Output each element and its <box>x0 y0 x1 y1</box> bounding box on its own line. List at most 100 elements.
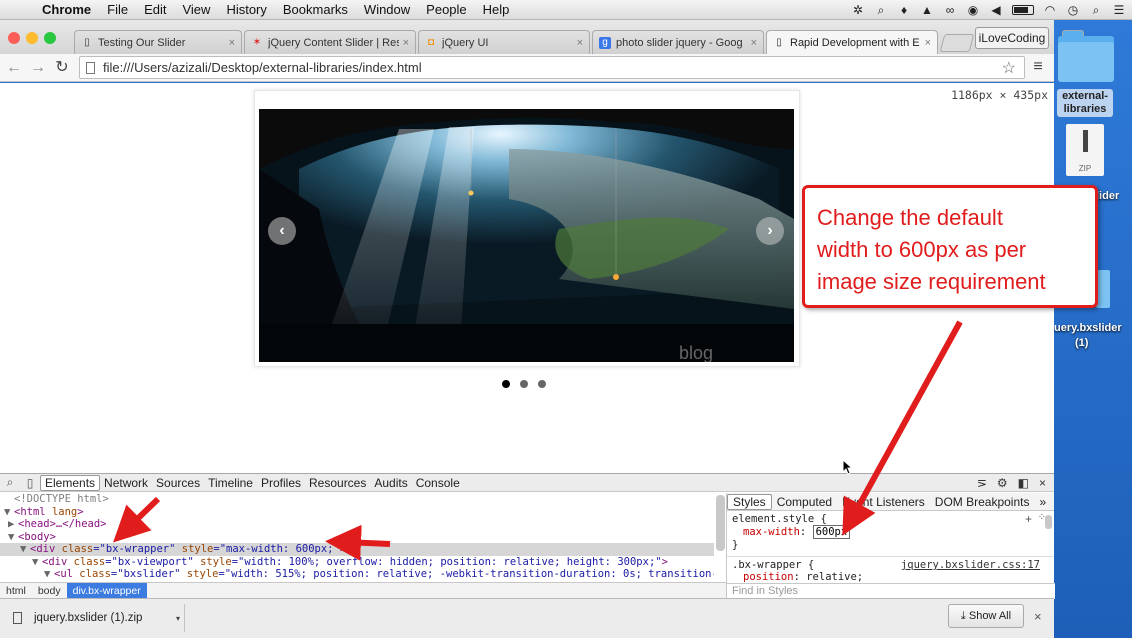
profile-button[interactable]: iLoveCoding <box>975 27 1049 49</box>
style-value-editor[interactable]: 600px <box>812 525 851 539</box>
menu-history[interactable]: History <box>218 2 274 17</box>
clock-icon[interactable]: ◷ <box>1066 3 1080 17</box>
menu-window[interactable]: Window <box>356 2 418 17</box>
dom-line-head[interactable]: ▶ <head>…</head> <box>0 518 714 531</box>
find-in-styles-input[interactable]: Find in Styles <box>727 583 1055 599</box>
drawer-icon[interactable]: ⋝ <box>977 476 987 490</box>
style-property[interactable]: max-width: 600px <box>727 525 1054 539</box>
menu-bookmarks[interactable]: Bookmarks <box>275 2 356 17</box>
style-property[interactable]: position: relative; <box>727 571 1054 583</box>
tab-profiles[interactable]: Profiles <box>257 476 305 490</box>
tab-sources[interactable]: Sources <box>152 476 204 490</box>
dom-line-bx-viewport[interactable]: ▼ <div class="bx-viewport" style="width: … <box>0 556 714 569</box>
tab-audits[interactable]: Audits <box>370 476 411 490</box>
zip-file-icon[interactable]: ZIP <box>1066 124 1104 176</box>
close-tab-icon[interactable]: × <box>229 37 235 49</box>
menu-help[interactable]: Help <box>475 2 518 17</box>
tab-google-search[interactable]: g photo slider jquery - Goog × <box>592 30 764 54</box>
red-star-icon: ✶ <box>252 37 262 48</box>
drive-icon[interactable]: ▲ <box>920 3 934 17</box>
slider-next-button[interactable]: › <box>756 217 784 245</box>
new-tab-button[interactable] <box>939 34 975 52</box>
settings-gear-icon[interactable]: ⚙ <box>997 476 1008 490</box>
tab-testing-slider[interactable]: ▯ Testing Our Slider × <box>74 30 242 54</box>
show-all-button[interactable]: ⤓ Show All <box>948 604 1024 628</box>
battery-icon[interactable] <box>1012 5 1034 15</box>
dom-line-bxslider[interactable]: ▼ <ul class="bxslider" style="width: 515%… <box>0 568 714 581</box>
dom-line-html[interactable]: ▼ <html lang> <box>0 506 714 519</box>
tab-event-listeners[interactable]: Event Listeners <box>837 495 930 509</box>
tab-styles[interactable]: Styles <box>727 493 772 510</box>
dock-icon[interactable]: ◧ <box>1018 476 1029 490</box>
zoom-window-button[interactable] <box>44 32 56 44</box>
folder-label[interactable]: external-libraries <box>1057 89 1113 117</box>
dom-line-bx-wrapper[interactable]: ▼ <div class="bx-wrapper" style="max-widt… <box>0 543 714 556</box>
dom-line-body[interactable]: ▼ <body> <box>0 531 714 544</box>
tab-dom-breakpoints[interactable]: DOM Breakpoints <box>930 495 1035 509</box>
chevron-down-icon[interactable]: ▾ <box>176 614 180 623</box>
elements-scrollbar[interactable] <box>716 495 725 551</box>
back-icon[interactable]: ← <box>4 58 24 78</box>
minimize-window-button[interactable] <box>26 32 38 44</box>
tab-elements[interactable]: Elements <box>40 474 101 491</box>
breadcrumb-body[interactable]: body <box>32 583 67 600</box>
page-info-icon[interactable] <box>86 61 95 74</box>
stylesheet-link[interactable]: jquery.bxslider.css:17 <box>896 559 1040 571</box>
breadcrumb-html[interactable]: html <box>0 583 32 600</box>
pager-dot[interactable] <box>502 380 510 388</box>
menu-app-name[interactable]: Chrome <box>34 2 99 17</box>
tab-console[interactable]: Console <box>412 476 464 490</box>
breadcrumb-bx-wrapper[interactable]: div.bx-wrapper <box>66 582 147 600</box>
menu-edit[interactable]: Edit <box>136 2 174 17</box>
close-tab-icon[interactable]: × <box>751 37 757 49</box>
chrome-menu-icon[interactable]: ≡ <box>1030 58 1046 76</box>
magnifier-icon[interactable]: ⌕ <box>874 3 888 17</box>
close-tab-icon[interactable]: × <box>925 37 931 49</box>
styles-tab-bar: Styles Computed Event Listeners DOM Brea… <box>727 493 1054 511</box>
folder-icon[interactable] <box>1058 30 1114 82</box>
dom-line-doctype[interactable]: <!DOCTYPE html> <box>0 493 714 506</box>
desktop-item-label: uery.bxslider <box>1054 322 1122 334</box>
notification-center-icon[interactable]: ☰ <box>1112 3 1126 17</box>
file-icon[interactable] <box>1096 270 1110 308</box>
close-tab-icon[interactable]: × <box>577 37 583 49</box>
slider-prev-button[interactable]: ‹ <box>268 217 296 245</box>
wifi-icon[interactable]: ◠ <box>1043 3 1057 17</box>
pager-dot[interactable] <box>538 380 546 388</box>
inspect-icon[interactable]: ⌕ <box>0 475 20 490</box>
close-shelf-icon[interactable]: × <box>1034 609 1042 624</box>
bookmark-star-icon[interactable]: ☆ <box>1002 58 1016 78</box>
brightness-icon[interactable]: ✲ <box>851 3 865 17</box>
styles-scrollbar[interactable] <box>1045 515 1052 529</box>
record-icon[interactable]: ◉ <box>966 3 980 17</box>
breadcrumb: html body div.bx-wrapper <box>0 582 726 600</box>
tab-computed[interactable]: Computed <box>772 495 837 509</box>
pager-dot[interactable] <box>520 380 528 388</box>
forward-icon[interactable]: → <box>28 58 48 78</box>
tab-jquery-ui[interactable]: ◘ jQuery UI × <box>418 30 590 54</box>
volume-icon[interactable]: ◀ <box>989 3 1003 17</box>
tab-network[interactable]: Network <box>100 476 152 490</box>
tab-rapid-development[interactable]: ▯ Rapid Development with E × <box>766 30 938 54</box>
tab-title: jQuery Content Slider | Res <box>268 36 399 49</box>
menu-people[interactable]: People <box>418 2 474 17</box>
image-watermark: blog <box>679 343 713 362</box>
tab-jquery-content-slider[interactable]: ✶ jQuery Content Slider | Res × <box>244 30 416 54</box>
menu-file[interactable]: File <box>99 2 136 17</box>
device-mode-icon[interactable]: ▯ <box>20 476 40 490</box>
address-bar[interactable]: file:///Users/azizali/Desktop/external-l… <box>79 56 1025 79</box>
notification-icon[interactable]: ♦ <box>897 3 911 17</box>
close-tab-icon[interactable]: × <box>403 37 409 49</box>
close-devtools-icon[interactable]: × <box>1039 476 1046 490</box>
add-rule-icon[interactable]: + <box>1025 512 1032 526</box>
creative-cloud-icon[interactable]: ∞ <box>943 3 957 17</box>
reload-icon[interactable]: ↻ <box>52 58 72 78</box>
tab-resources[interactable]: Resources <box>305 476 370 490</box>
tab-timeline[interactable]: Timeline <box>204 476 257 490</box>
elements-tree[interactable]: <!DOCTYPE html> ▼ <html lang> ▶ <head>…</h… <box>0 493 714 583</box>
menu-view[interactable]: View <box>174 2 218 17</box>
download-item[interactable]: jquery.bxslider (1).zip ▾ <box>5 604 185 632</box>
spotlight-icon[interactable]: ⌕ <box>1089 3 1103 17</box>
close-window-button[interactable] <box>8 32 20 44</box>
more-tabs-icon[interactable]: » <box>1034 495 1051 509</box>
